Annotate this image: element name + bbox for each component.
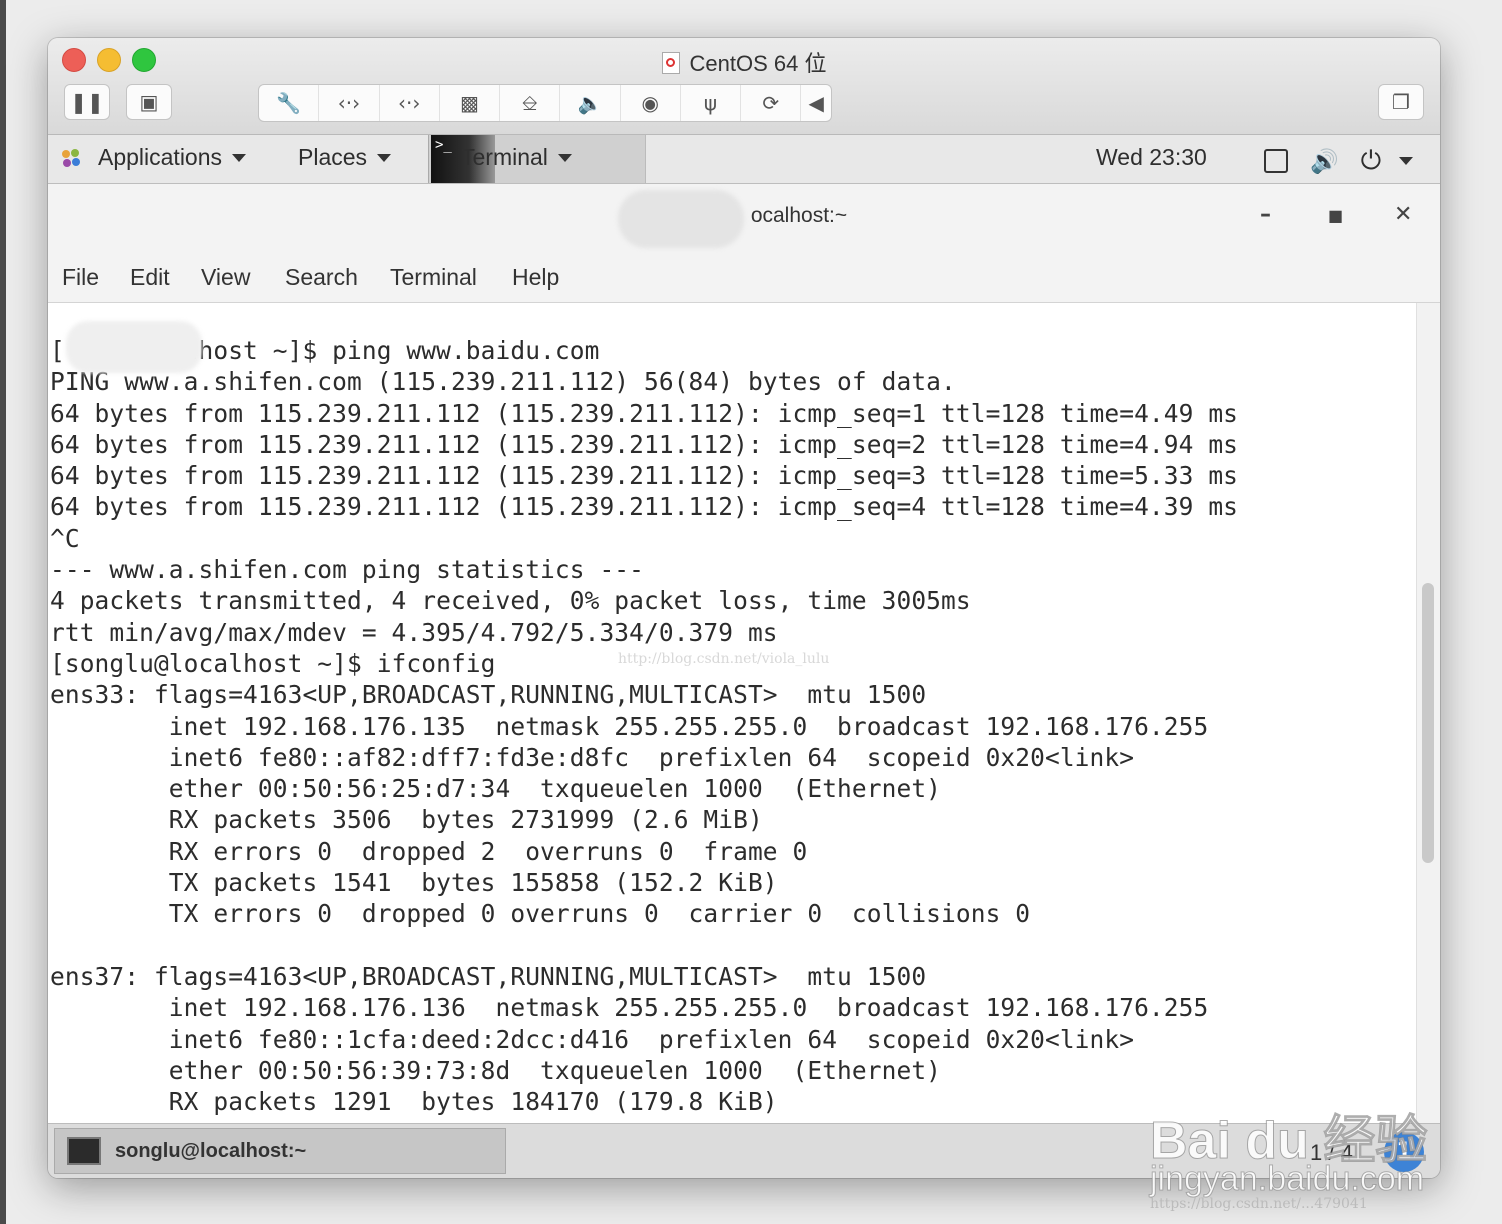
terminal-icon (67, 1137, 101, 1165)
terminal-line: ether 00:50:56:39:73:8d txqueuelen 1000 … (50, 1055, 942, 1085)
chevron-down-icon (557, 153, 572, 162)
maximize-terminal-button[interactable]: ■ (1328, 206, 1343, 225)
camera-icon: ◉ (641, 91, 659, 115)
applications-menu[interactable]: Applications (60, 144, 247, 171)
terminal-line: inet6 fe80::af82:dff7:fd3e:d8fc prefixle… (50, 742, 1135, 772)
network-adapter-2-button[interactable]: ‹·› (380, 85, 440, 121)
disk-icon: ▩ (459, 91, 479, 115)
terminal-line: RX packets 1291 bytes 184170 (179.8 KiB) (50, 1087, 778, 1117)
clock[interactable]: Wed 23:30 (1096, 144, 1207, 171)
terminal-line: 64 bytes from 115.239.211.112 (115.239.2… (50, 429, 1239, 459)
snapshot-button[interactable]: ▣ (126, 84, 172, 120)
terminal-line: 64 bytes from 115.239.211.112 (115.239.2… (50, 398, 1239, 428)
vm-titlebar: CentOS 64 位 ❚❚ ▣ 🔧 ‹·› ‹·› ▩ ⎒ 🔈 ◉ ψ ⟳ ◀… (48, 38, 1440, 135)
minimize-terminal-button[interactable]: – (1260, 202, 1271, 227)
terminal-line: --- www.a.shifen.com ping statistics --- (50, 555, 645, 585)
sound-button[interactable]: 🔈 (560, 85, 621, 121)
camera-button[interactable]: ◉ (621, 85, 681, 121)
terminal-line: RX packets 3506 bytes 2731999 (2.6 MiB) (50, 805, 763, 835)
unity-button[interactable]: ❐ (1378, 84, 1424, 120)
terminal-line: 64 bytes from 115.239.211.112 (115.239.2… (50, 492, 1239, 522)
sound-icon: 🔈 (577, 91, 603, 115)
gnome-foot-icon (62, 148, 80, 167)
pause-button[interactable]: ❚❚ (64, 84, 110, 120)
printer-icon: ⎒ (521, 91, 538, 115)
menu-edit[interactable]: Edit (130, 264, 170, 291)
terminal-line: 4 packets transmitted, 4 received, 0% pa… (50, 586, 971, 616)
status-area[interactable]: 🔊 ⏻ (1264, 145, 1414, 177)
terminal-line: RX errors 0 dropped 2 overruns 0 frame 0 (50, 836, 808, 866)
usb-button[interactable]: ψ (681, 85, 742, 121)
terminal-app-label: Terminal (461, 144, 572, 171)
vm-device-toolbar: 🔧 ‹·› ‹·› ▩ ⎒ 🔈 ◉ ψ ⟳ ◀ (258, 84, 832, 122)
vm-title: CentOS 64 位 (48, 46, 1440, 78)
network-adapter-1-button[interactable]: ‹·› (319, 85, 380, 121)
arrow-left-icon: ◀ (808, 91, 824, 115)
snapshot-icon: ▣ (139, 90, 159, 114)
blog-watermark: http://blog.csdn.net/viola_lulu (618, 651, 830, 667)
terminal-title: ocalhost:~ (750, 204, 848, 227)
chevron-down-icon (377, 153, 392, 162)
terminal-line: ens37: flags=4163<UP,BROADCAST,RUNNING,M… (50, 961, 927, 991)
places-menu[interactable]: Places (298, 144, 392, 171)
terminal-line: 64 bytes from 115.239.211.112 (115.239.2… (50, 461, 1239, 491)
pause-icon: ❚❚ (70, 90, 104, 114)
terminal-line: inet6 fe80::1cfa:deed:2dcc:d416 prefixle… (50, 1024, 1135, 1054)
terminal-line: inet 192.168.176.136 netmask 255.255.255… (50, 993, 1209, 1023)
terminal-app-menu[interactable]: >_ Terminal (428, 135, 646, 183)
menu-file[interactable]: File (62, 264, 99, 291)
menu-terminal[interactable]: Terminal (390, 264, 477, 291)
refresh-button[interactable]: ⟳ (741, 85, 802, 121)
vm-window: CentOS 64 位 ❚❚ ▣ 🔧 ‹·› ‹·› ▩ ⎒ 🔈 ◉ ψ ⟳ ◀… (48, 38, 1440, 1178)
terminal-header-bar: ocalhost:~ – ■ ✕ (48, 184, 1440, 256)
terminal-line: [songlu@localhost ~]$ ifconfig (50, 648, 496, 678)
chevron-down-icon (232, 153, 247, 162)
printer-button[interactable]: ⎒ (500, 85, 561, 121)
taskbar-terminal-item[interactable]: songlu@localhost:~ (54, 1128, 506, 1174)
window-icon: ❐ (1392, 90, 1410, 114)
display-icon (1264, 149, 1288, 173)
disk-button[interactable]: ▩ (440, 85, 501, 121)
settings-button[interactable]: 🔧 (259, 85, 320, 121)
vm-icon (661, 52, 680, 74)
menu-view[interactable]: View (201, 264, 250, 291)
scrollbar-thumb[interactable] (1422, 583, 1434, 863)
terminal-line: ether 00:50:56:25:d7:34 txqueuelen 1000 … (50, 774, 942, 804)
menu-help[interactable]: Help (512, 264, 559, 291)
terminal-scrollbar[interactable] (1416, 303, 1440, 1123)
terminal-line: rtt min/avg/max/mdev = 4.395/4.792/5.334… (50, 617, 778, 647)
terminal-line: TX errors 0 dropped 0 overruns 0 carrier… (50, 899, 1031, 929)
terminal-line: ens33: flags=4163<UP,BROADCAST,RUNNING,M… (50, 680, 927, 710)
terminal-text: [ ocalhost ~]$ ping www.baidu.com PING w… (50, 335, 1238, 1117)
terminal-line: TX packets 1541 bytes 155858 (152.2 KiB) (50, 868, 778, 898)
volume-icon: 🔊 (1310, 147, 1339, 174)
power-icon: ⏻ (1360, 145, 1382, 175)
network-icon: ‹·› (337, 91, 361, 115)
baidu-site-watermark: jingyan.baidu.com (1149, 1160, 1425, 1199)
close-terminal-button[interactable]: ✕ (1394, 202, 1412, 227)
csdn-watermark: https://blog.csdn.net/...479041 (1150, 1196, 1368, 1212)
usb-icon: ψ (703, 91, 718, 115)
collapse-toolbar-button[interactable]: ◀ (801, 85, 831, 121)
terminal-menubar: File Edit View Search Terminal Help (48, 256, 1440, 303)
redacted-username (66, 321, 202, 373)
menu-search[interactable]: Search (285, 264, 358, 291)
terminal-line: inet 192.168.176.135 netmask 255.255.255… (50, 711, 1209, 741)
refresh-icon: ⟳ (762, 91, 780, 115)
gnome-top-bar: Applications Places >_ Terminal Wed 23:3… (48, 135, 1440, 184)
desktop-edge (0, 0, 6, 1224)
chevron-down-icon (1399, 157, 1414, 165)
network-icon: ‹·› (397, 91, 421, 115)
terminal-line: ^C (50, 523, 80, 553)
wrench-icon: 🔧 (276, 91, 302, 115)
terminal-output[interactable]: [ ocalhost ~]$ ping www.baidu.com PING w… (48, 303, 1416, 1123)
